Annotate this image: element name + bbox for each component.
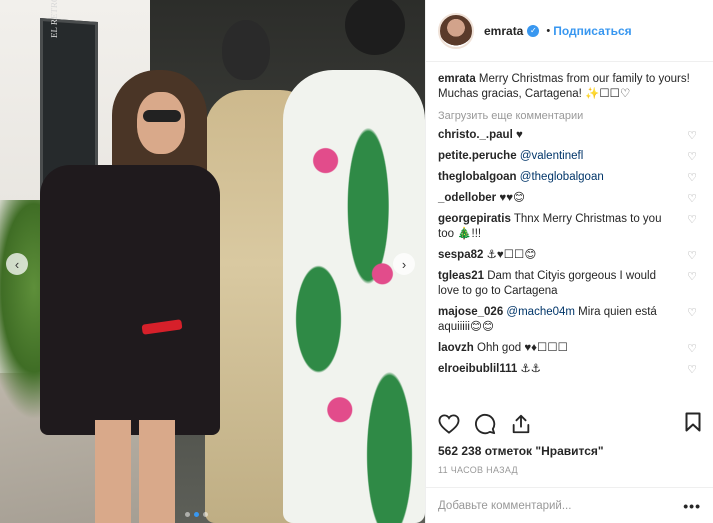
comment: petite.peruche @valentinefl ♡ xyxy=(438,149,701,164)
comment: theglobalgoan @theglobalgoan ♡ xyxy=(438,170,701,185)
like-comment-heart-icon[interactable]: ♡ xyxy=(687,171,697,186)
post-sidebar: emrata ✓ • Подписаться emrata Merry Chri… xyxy=(425,0,713,523)
caption-text: Merry Christmas from our family to yours… xyxy=(438,73,690,100)
comment-mention[interactable]: @valentinefl xyxy=(520,150,583,162)
comment-username[interactable]: elroeibublil111 xyxy=(438,363,517,375)
post-header: emrata ✓ • Подписаться xyxy=(426,0,713,62)
load-more-comments-button[interactable]: Загрузить еще комментарии xyxy=(438,110,701,122)
comment-username[interactable]: tgleas21 xyxy=(438,270,484,282)
woman-legs xyxy=(95,420,175,523)
comment-username[interactable]: georgepiratis xyxy=(438,213,511,225)
carousel-dot-active xyxy=(194,512,199,517)
comment-username[interactable]: theglobalgoan xyxy=(438,171,517,183)
comment-input[interactable] xyxy=(438,499,678,512)
post-photo[interactable]: EL RETRO ‹ › xyxy=(0,0,425,523)
woman-face xyxy=(137,92,185,154)
comments-list[interactable]: emrata Merry Christmas from our family t… xyxy=(426,68,713,406)
like-comment-heart-icon[interactable]: ♡ xyxy=(687,306,697,321)
post-timestamp[interactable]: 11 ЧАСОВ НАЗАД xyxy=(438,465,518,475)
like-comment-heart-icon[interactable]: ♡ xyxy=(687,270,697,285)
header-username[interactable]: emrata xyxy=(484,24,523,38)
comment-icon-svg xyxy=(475,413,496,435)
comment: tgleas21 Dam that Cityis gorgeous I woul… xyxy=(438,269,701,299)
add-comment-bar: ••• xyxy=(426,487,713,523)
comment-username[interactable]: petite.peruche xyxy=(438,150,517,162)
instagram-post: EL RETRO ‹ › emrata ✓ • Подписаться emra… xyxy=(0,0,713,523)
like-comment-heart-icon[interactable]: ♡ xyxy=(687,129,697,144)
like-comment-heart-icon[interactable]: ♡ xyxy=(687,249,697,264)
next-photo-button[interactable]: › xyxy=(393,253,415,275)
comment: _odellober ♥♥😊 ♡ xyxy=(438,191,701,206)
heart-icon[interactable] xyxy=(438,414,460,438)
more-options-icon[interactable]: ••• xyxy=(683,498,701,514)
post-caption: emrata Merry Christmas from our family t… xyxy=(438,72,701,102)
comment-text: ⚓⚓ xyxy=(520,363,542,375)
caption-username[interactable]: emrata xyxy=(438,73,476,85)
comment-text: ⚓♥☐☐😊 xyxy=(486,249,537,261)
like-comment-heart-icon[interactable]: ♡ xyxy=(687,192,697,207)
comment-text: ♥♥😊 xyxy=(499,192,526,204)
comment-mention[interactable]: @mache04m xyxy=(506,306,575,318)
like-comment-heart-icon[interactable]: ♡ xyxy=(687,363,697,378)
comment-text: ♥ xyxy=(515,129,523,141)
comment-username[interactable]: majose_026 xyxy=(438,306,503,318)
comment: christo._.paul ♥ ♡ xyxy=(438,128,701,143)
shop-sign-text: EL RETRO xyxy=(49,0,59,39)
comment: georgepiratis Thnx Merry Christmas to yo… xyxy=(438,212,701,242)
likes-count[interactable]: 562 238 отметок "Нравится" xyxy=(438,444,604,458)
comment-username[interactable]: _odellober xyxy=(438,192,496,204)
avatar[interactable] xyxy=(438,12,474,49)
carousel-dot xyxy=(185,512,190,517)
chevron-left-icon: ‹ xyxy=(14,256,20,272)
comment-username[interactable]: sespa82 xyxy=(438,249,483,261)
verified-badge-icon: ✓ xyxy=(527,24,540,37)
share-icon[interactable] xyxy=(510,413,532,439)
comment: sespa82 ⚓♥☐☐😊 ♡ xyxy=(438,248,701,263)
share-icon-svg xyxy=(512,414,530,434)
comment-username[interactable]: laovzh xyxy=(438,342,474,354)
like-comment-heart-icon[interactable]: ♡ xyxy=(687,342,697,357)
comment-username[interactable]: christo._.paul xyxy=(438,129,513,141)
mannequin-head xyxy=(222,20,270,80)
heart-icon-svg xyxy=(438,414,460,434)
like-comment-heart-icon[interactable]: ♡ xyxy=(687,150,697,165)
comment: majose_026 @mache04m Mira quien está aqu… xyxy=(438,305,701,335)
floral-dress xyxy=(283,70,425,523)
bookmark-icon-svg xyxy=(685,412,701,432)
carousel-dot xyxy=(203,512,208,517)
comment: elroeibublil111 ⚓⚓ ♡ xyxy=(438,362,701,377)
black-dress xyxy=(40,165,220,435)
previous-photo-button[interactable]: ‹ xyxy=(6,253,28,275)
action-bar xyxy=(438,408,701,444)
carousel-indicator xyxy=(185,512,208,517)
bookmark-icon[interactable] xyxy=(685,412,701,432)
like-comment-heart-icon[interactable]: ♡ xyxy=(687,213,697,228)
comment-mention[interactable]: @theglobalgoan xyxy=(520,171,604,183)
separator: • xyxy=(546,24,551,37)
comment: laovzh Ohh god ♥♦☐☐☐ ♡ xyxy=(438,341,701,356)
sunglasses xyxy=(143,110,181,122)
comment-icon[interactable] xyxy=(474,413,496,439)
follow-button[interactable]: Подписаться xyxy=(553,24,631,38)
chevron-right-icon: › xyxy=(401,256,407,272)
comment-text: Ohh god ♥♦☐☐☐ xyxy=(477,342,568,354)
